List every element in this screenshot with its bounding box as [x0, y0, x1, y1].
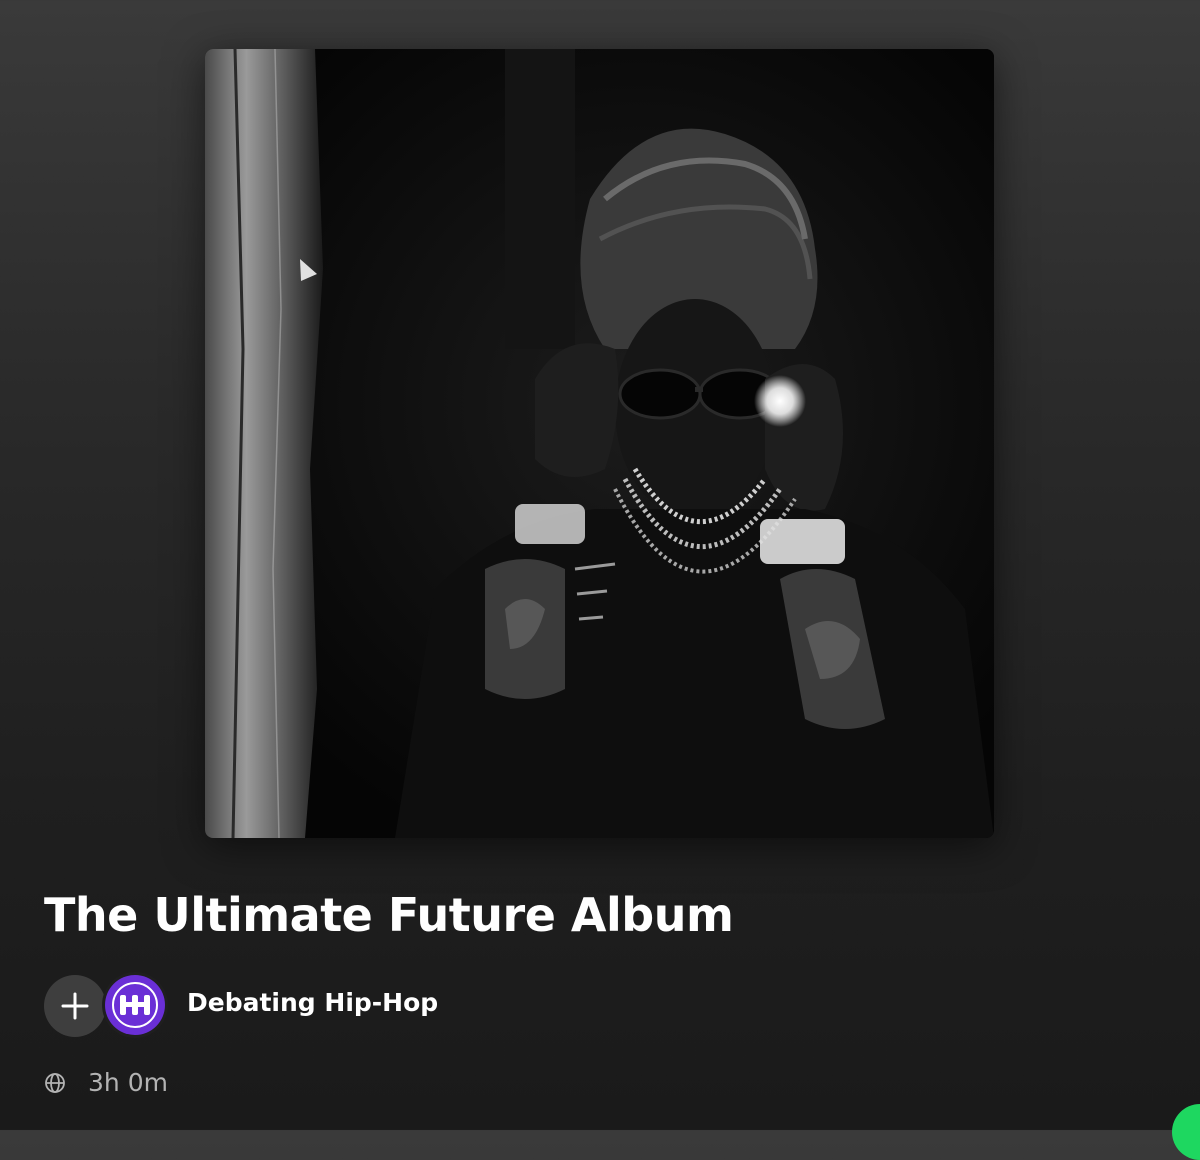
playlist-cover-image — [205, 49, 994, 838]
dhh-logo — [112, 982, 158, 1028]
add-collaborator-button[interactable] — [44, 975, 106, 1037]
playlist-meta: 3h 0m — [44, 1068, 168, 1097]
globe-icon — [45, 1072, 65, 1093]
owner-name-link[interactable]: Debating Hip-Hop — [187, 988, 438, 1017]
playlist-duration: 3h 0m — [88, 1068, 168, 1097]
plus-icon — [61, 992, 89, 1020]
play-button[interactable] — [1172, 1104, 1200, 1160]
playlist-title: The Ultimate Future Album — [44, 888, 734, 942]
cover-photo-illustration — [205, 49, 994, 838]
owner-avatar[interactable] — [105, 975, 165, 1035]
